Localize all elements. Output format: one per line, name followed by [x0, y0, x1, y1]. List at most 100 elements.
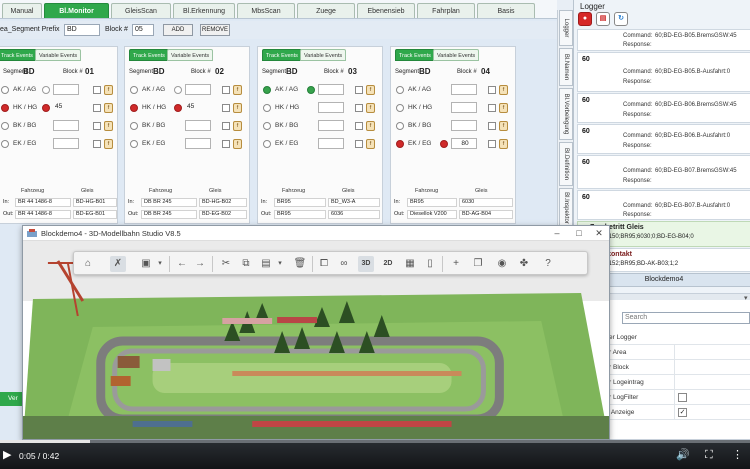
device-icon[interactable]: ▯: [422, 256, 438, 272]
tab-fahrplan[interactable]: Fahrplan: [417, 3, 475, 18]
bk-bg-checkbox[interactable]: [488, 122, 496, 130]
hk-hg-checkbox[interactable]: [355, 104, 363, 112]
bk-bg-f-button[interactable]: f: [366, 121, 375, 131]
stop-icon[interactable]: ●: [578, 12, 592, 26]
bk-bg-input[interactable]: [53, 120, 79, 131]
save-dropdown-icon[interactable]: ▾: [152, 256, 168, 272]
ek-eg-radio[interactable]: [396, 140, 404, 148]
grid-icon[interactable]: ▦: [402, 256, 418, 272]
ek-eg-checkbox[interactable]: [355, 140, 363, 148]
tab-basis[interactable]: Basis: [477, 3, 535, 18]
ak-ag-radio[interactable]: [1, 86, 9, 94]
anzeige-checkbox[interactable]: ✓: [678, 408, 687, 417]
variable-events-tab[interactable]: Variable Events: [167, 49, 214, 61]
hk-hg-radio[interactable]: [263, 104, 271, 112]
variable-events-tab[interactable]: Variable Events: [35, 49, 82, 61]
tab-mbsscan[interactable]: MbsScan: [237, 3, 295, 18]
side-tab-bl-definition[interactable]: Bl.Definition: [559, 142, 573, 186]
refresh-icon[interactable]: ↻: [614, 12, 628, 26]
bk-bg-f-button[interactable]: f: [233, 121, 242, 131]
track-events-tab[interactable]: Track Events: [129, 49, 169, 61]
hk-hg-checkbox[interactable]: [222, 104, 230, 112]
segment-prefix-input[interactable]: BD: [64, 24, 100, 36]
hk-hg-checkbox[interactable]: [93, 104, 101, 112]
window-icon[interactable]: ❐: [470, 256, 486, 272]
maximize-icon[interactable]: □: [569, 227, 589, 239]
bk-bg-input[interactable]: [318, 120, 344, 131]
ak-ag-checkbox[interactable]: [355, 86, 363, 94]
side-tab-logger[interactable]: Logger: [559, 10, 573, 46]
collapse-icon[interactable]: ▾: [744, 294, 748, 302]
ak-ag-checkbox[interactable]: [222, 86, 230, 94]
cut-icon[interactable]: ✂: [218, 256, 234, 272]
track-events-tab[interactable]: Track Events: [0, 49, 37, 61]
group-icon[interactable]: ⧠: [316, 256, 332, 272]
minimize-icon[interactable]: –: [547, 227, 567, 239]
tab-bl-monitor[interactable]: Bl.Monitor: [44, 3, 109, 18]
ak-ag-radio[interactable]: [396, 86, 404, 94]
fullscreen-icon[interactable]: ⛶: [705, 449, 713, 461]
hk-hg-input[interactable]: 45: [53, 102, 79, 113]
home-icon[interactable]: ⌂: [80, 256, 96, 272]
tab-gleisscan[interactable]: GleisScan: [111, 3, 171, 18]
bk-bg-input[interactable]: [185, 120, 211, 131]
bk-bg-radio[interactable]: [130, 122, 138, 130]
side-tab-bl-vorbelegung[interactable]: Bl.Vorbelegung: [559, 88, 573, 140]
clear-log-icon[interactable]: ▤: [596, 12, 610, 26]
hk-hg-f-button[interactable]: f: [233, 103, 242, 113]
partial-tab[interactable]: Ver: [0, 392, 24, 406]
add-button[interactable]: ADD: [163, 24, 193, 36]
ek-eg-f-button[interactable]: f: [104, 139, 113, 149]
view-2d-button[interactable]: 2D: [380, 256, 396, 272]
hk-hg-input[interactable]: [451, 102, 477, 113]
ek-eg-f-button[interactable]: f: [499, 139, 508, 149]
paste-dropdown-icon[interactable]: ▾: [272, 256, 288, 272]
ek-eg-checkbox[interactable]: [93, 140, 101, 148]
track-events-tab[interactable]: Track Events: [262, 49, 302, 61]
bk-bg-radio[interactable]: [263, 122, 271, 130]
progress-track[interactable]: [0, 440, 750, 443]
bk-bg-f-button[interactable]: f: [499, 121, 508, 131]
ak-ag-radio[interactable]: [263, 86, 271, 94]
ek-eg-input[interactable]: [53, 138, 79, 149]
ak-ag-f-button[interactable]: f: [104, 85, 113, 95]
ak-ag-input[interactable]: [318, 84, 344, 95]
redo-icon[interactable]: →: [192, 256, 208, 272]
search-input[interactable]: Search: [622, 312, 750, 324]
hk-hg-input[interactable]: [318, 102, 344, 113]
volume-icon[interactable]: 🔊: [676, 449, 690, 461]
track-events-tab[interactable]: Track Events: [395, 49, 435, 61]
ek-eg-input[interactable]: [185, 138, 211, 149]
bk-bg-radio[interactable]: [1, 122, 9, 130]
bk-bg-input[interactable]: [451, 120, 477, 131]
ak-ag-f-button[interactable]: f: [233, 85, 242, 95]
hk-hg-f-button[interactable]: f: [104, 103, 113, 113]
ak-ag-input[interactable]: [451, 84, 477, 95]
camera-icon[interactable]: ◉: [494, 256, 510, 272]
help-button[interactable]: ?: [540, 256, 556, 272]
ek-eg-checkbox[interactable]: [488, 140, 496, 148]
ek-eg-checkbox[interactable]: [222, 140, 230, 148]
side-tab-bl-namen[interactable]: Bl.Namen: [559, 48, 573, 86]
hk-hg-f-button[interactable]: f: [499, 103, 508, 113]
ak-ag-radio[interactable]: [130, 86, 138, 94]
ak-ag-f-button[interactable]: f: [366, 85, 375, 95]
view-3d-button[interactable]: 3D: [358, 256, 374, 272]
ak-ag-checkbox[interactable]: [488, 86, 496, 94]
ak-ag-input[interactable]: [53, 84, 79, 95]
bk-bg-checkbox[interactable]: [355, 122, 363, 130]
more-icon[interactable]: ⋮: [732, 449, 743, 461]
tools-icon[interactable]: ✗: [110, 256, 126, 272]
undo-icon[interactable]: ←: [174, 256, 190, 272]
ak-ag-f-button[interactable]: f: [499, 85, 508, 95]
tab-zuege[interactable]: Zuege: [297, 3, 355, 18]
bk-bg-checkbox[interactable]: [222, 122, 230, 130]
close-icon[interactable]: ✕: [589, 227, 609, 239]
ek-eg-input[interactable]: [318, 138, 344, 149]
add-icon[interactable]: +: [448, 256, 464, 272]
bk-bg-checkbox[interactable]: [93, 122, 101, 130]
ek-eg-radio[interactable]: [1, 140, 9, 148]
link-icon[interactable]: ∞: [336, 256, 352, 272]
logfilter-checkbox[interactable]: [678, 393, 687, 402]
ek-eg-f-button[interactable]: f: [233, 139, 242, 149]
